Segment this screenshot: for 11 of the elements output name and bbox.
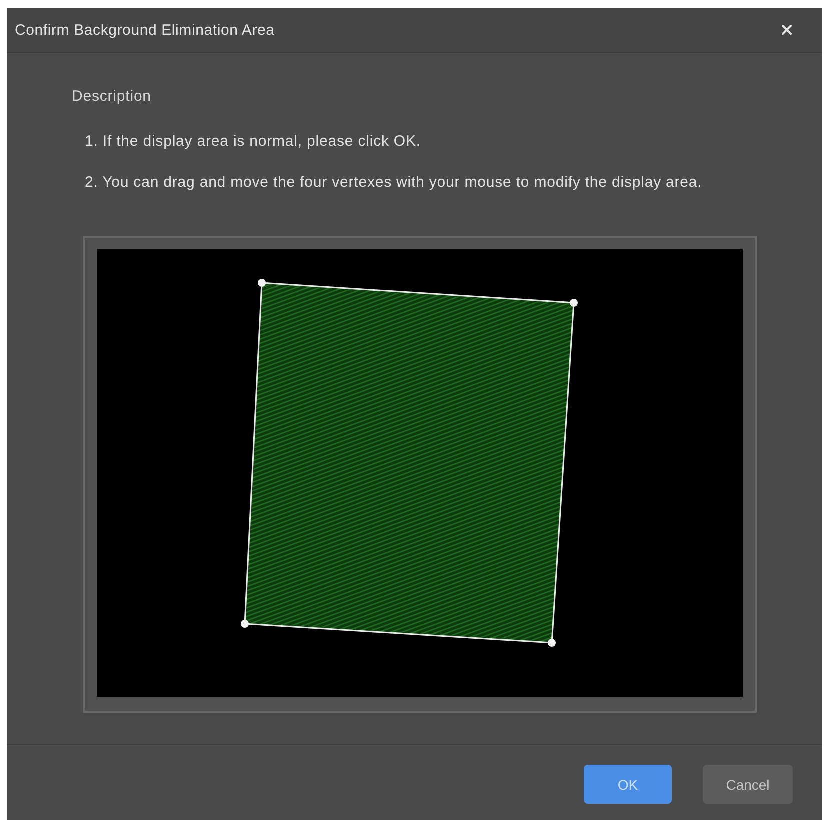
instruction-text: 1. If the display area is normal, please click OK. bbox=[85, 133, 421, 151]
dialog-title: Confirm Background Elimination Area bbox=[15, 22, 275, 38]
vertex-handle[interactable] bbox=[241, 620, 249, 628]
cancel-button[interactable]: Cancel bbox=[703, 765, 793, 804]
vertex-handle[interactable] bbox=[548, 639, 556, 647]
vertex-handle[interactable] bbox=[258, 279, 266, 287]
description-heading: Description bbox=[72, 88, 152, 106]
vertex-handle[interactable] bbox=[570, 299, 578, 307]
close-icon[interactable] bbox=[782, 25, 792, 35]
instruction-text: 2. You can drag and move the four vertexes with your mouse to modify the display area. bbox=[85, 174, 702, 192]
ok-button[interactable]: OK bbox=[584, 765, 672, 804]
